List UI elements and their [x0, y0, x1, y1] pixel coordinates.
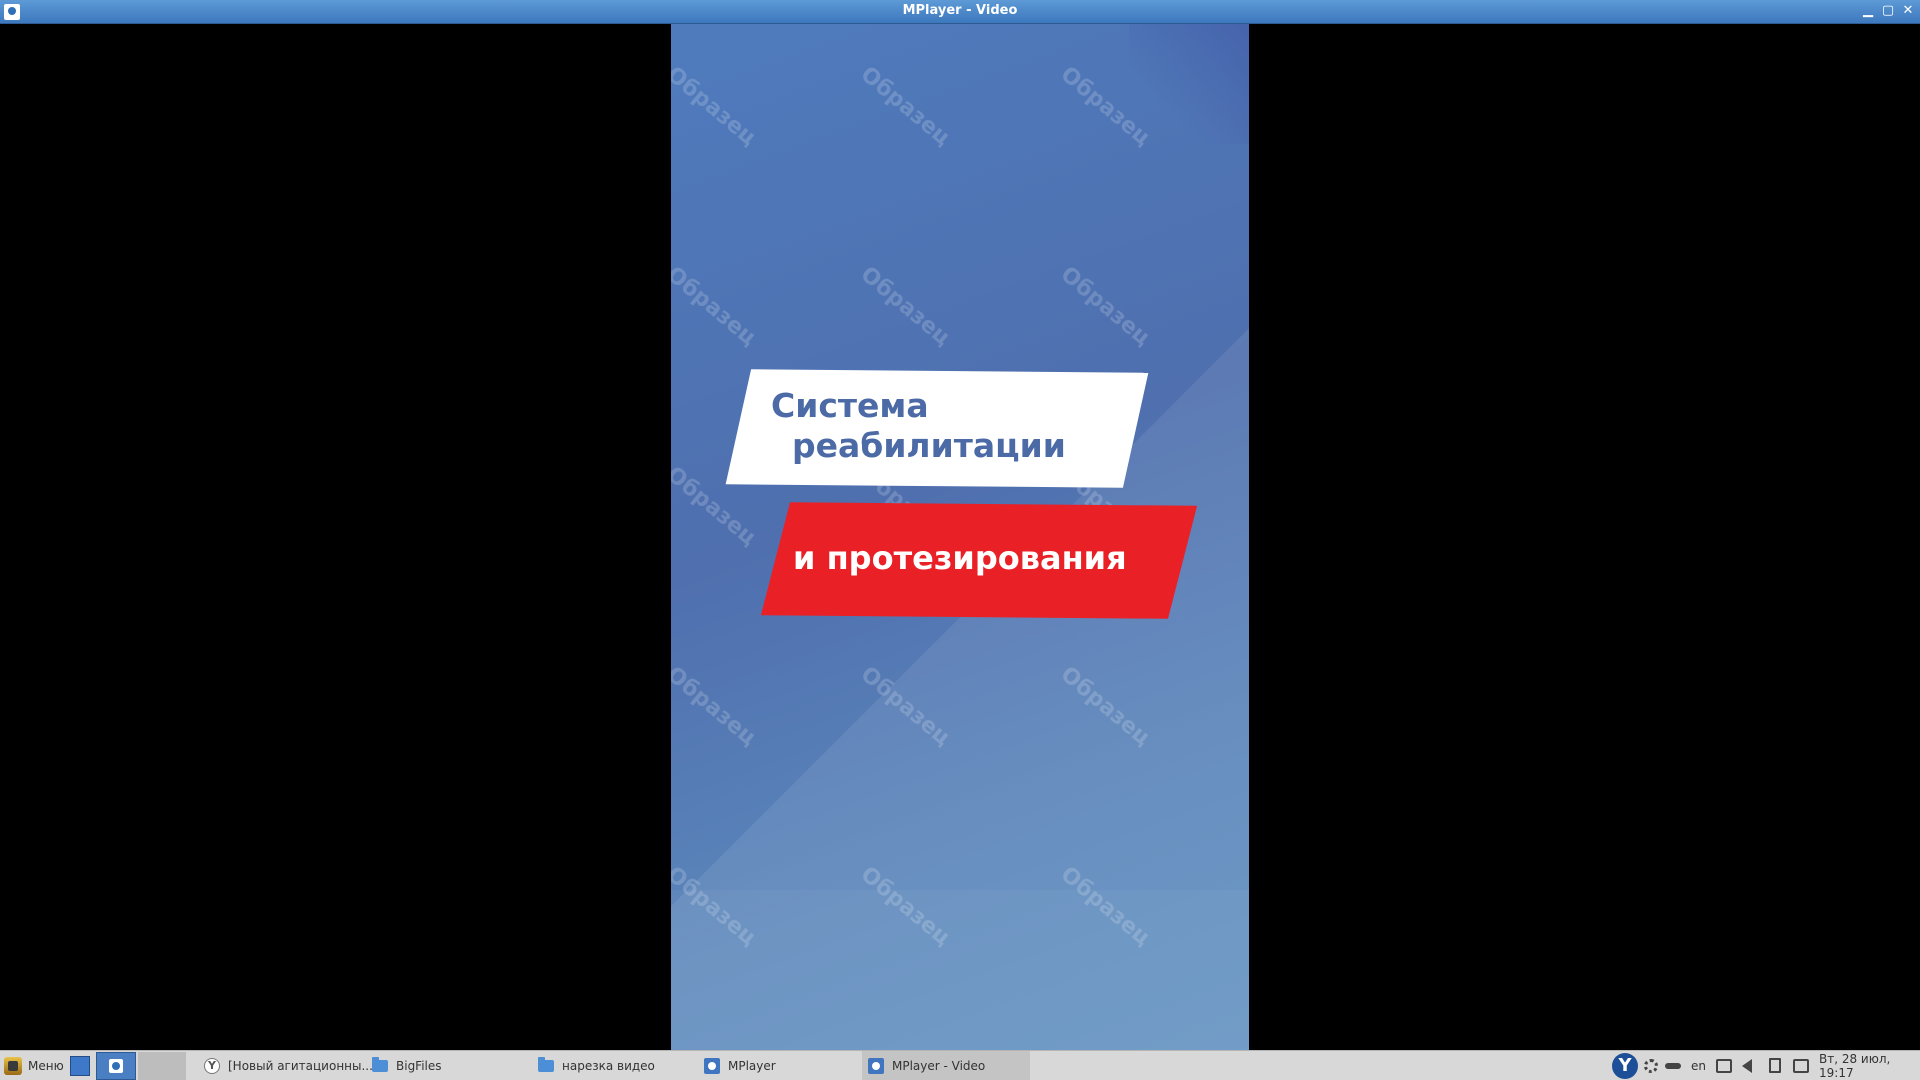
video-frame[interactable]: Образец Образец Образец Образец Образец … — [671, 24, 1249, 1050]
minimize-button[interactable]: ▁ — [1860, 3, 1876, 19]
video-area[interactable]: Образец Образец Образец Образец Образец … — [0, 24, 1920, 1050]
task-mplayer[interactable]: MPlayer — [698, 1051, 782, 1080]
workspace-3[interactable] — [138, 1051, 186, 1080]
network-icon — [1793, 1058, 1809, 1073]
workspace-1[interactable] — [70, 1051, 90, 1080]
taskbar: Меню Y [Новый агитационны... BigFiles на… — [0, 1050, 1920, 1080]
language-indicator: en — [1691, 1058, 1706, 1073]
mplayer-icon — [868, 1057, 884, 1074]
window-titlebar[interactable]: MPlayer - Video ▁ ▢ ✕ — [0, 0, 1920, 24]
tray-clock[interactable]: Вт, 28 июл, 19:17 — [1819, 1051, 1920, 1080]
folder-icon — [538, 1056, 554, 1072]
task-video-cut-folder[interactable]: нарезка видео — [532, 1051, 661, 1080]
mplayer-icon — [704, 1057, 720, 1074]
task-label: BigFiles — [396, 1058, 442, 1073]
tray-network[interactable] — [1793, 1051, 1809, 1080]
close-button[interactable]: ✕ — [1900, 3, 1916, 19]
tray-yandex[interactable]: Y — [1612, 1051, 1638, 1080]
tray-settings[interactable] — [1644, 1051, 1658, 1080]
mplayer-icon — [109, 1058, 123, 1073]
task-label: [Новый агитационны... — [228, 1058, 373, 1073]
task-label: нарезка видео — [562, 1058, 655, 1073]
clock: Вт, 28 июл, 19:17 — [1819, 1051, 1891, 1080]
window-title: MPlayer - Video — [902, 3, 1018, 18]
yandex-icon: Y — [1612, 1052, 1638, 1079]
tray-volume[interactable] — [1742, 1051, 1752, 1080]
task-mplayer-video[interactable]: MPlayer - Video — [862, 1051, 1030, 1080]
title-line-1: Система — [771, 386, 929, 425]
yandex-browser-icon: Y — [204, 1057, 220, 1074]
workspace-2[interactable] — [96, 1051, 136, 1080]
task-label: MPlayer — [728, 1058, 776, 1073]
folder-icon — [372, 1056, 388, 1072]
tray-keyring[interactable] — [1665, 1051, 1681, 1080]
gear-icon — [1644, 1058, 1658, 1073]
background-lower-band — [671, 890, 1249, 1050]
volume-icon — [1742, 1058, 1752, 1073]
tray-language[interactable]: en — [1691, 1051, 1706, 1080]
title-line-2: реабилитации — [792, 426, 1066, 465]
menu-button[interactable]: Меню — [4, 1051, 64, 1080]
menu-icon — [4, 1056, 22, 1075]
task-browser[interactable]: Y [Новый агитационны... — [198, 1051, 379, 1080]
tray-clipboard[interactable] — [1769, 1051, 1781, 1080]
maximize-button[interactable]: ▢ — [1880, 3, 1896, 19]
menu-label: Меню — [28, 1058, 64, 1073]
title-line-3: и протезирования — [793, 539, 1127, 577]
display-icon — [1716, 1058, 1732, 1073]
clipboard-icon — [1769, 1058, 1781, 1073]
task-bigfiles[interactable]: BigFiles — [366, 1051, 448, 1080]
key-icon — [1665, 1062, 1681, 1069]
task-label: MPlayer - Video — [892, 1058, 986, 1073]
tray-display[interactable] — [1716, 1051, 1732, 1080]
